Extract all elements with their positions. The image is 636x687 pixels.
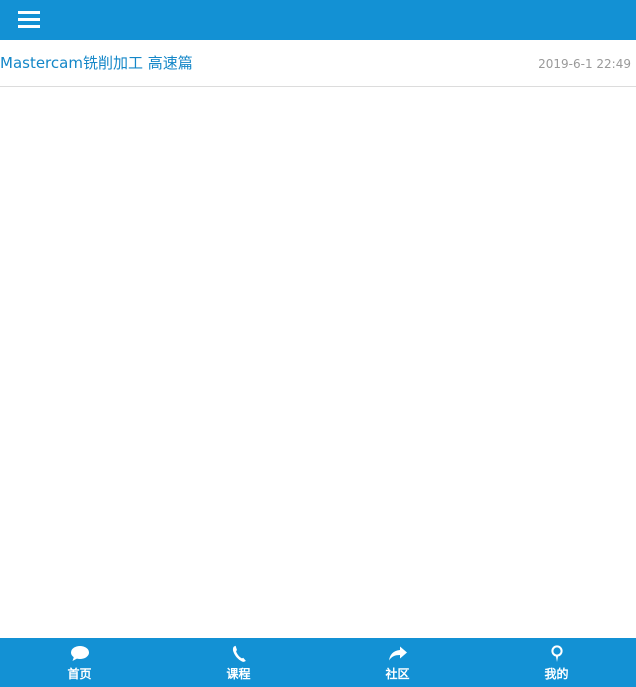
- tab-mine[interactable]: 我的: [477, 638, 636, 687]
- hamburger-menu-icon: [18, 10, 44, 30]
- tab-mine-label: 我的: [544, 667, 569, 681]
- list-item[interactable]: Mastercam铣削加工 高速篇 2019-6-1 22:49: [0, 40, 636, 87]
- menu-button[interactable]: [18, 10, 44, 30]
- phone-icon: [229, 645, 249, 663]
- article-list: Mastercam铣削加工 高速篇 2019-6-1 22:49: [0, 40, 636, 87]
- item-date: 2019-6-1 22:49: [538, 57, 631, 71]
- tab-courses[interactable]: 课程: [159, 638, 318, 687]
- share-arrow-icon: [388, 645, 408, 663]
- bottom-tab-bar: 首页 课程 社区 我的: [0, 638, 636, 687]
- top-bar: [0, 0, 636, 40]
- tab-community[interactable]: 社区: [318, 638, 477, 687]
- chat-bubble-icon: [70, 645, 90, 663]
- map-pin-icon: [547, 645, 567, 663]
- tab-community-label: 社区: [385, 667, 410, 681]
- tab-home[interactable]: 首页: [0, 638, 159, 687]
- tab-courses-label: 课程: [226, 667, 251, 681]
- tab-home-label: 首页: [67, 667, 92, 681]
- item-title[interactable]: Mastercam铣削加工 高速篇: [0, 53, 193, 73]
